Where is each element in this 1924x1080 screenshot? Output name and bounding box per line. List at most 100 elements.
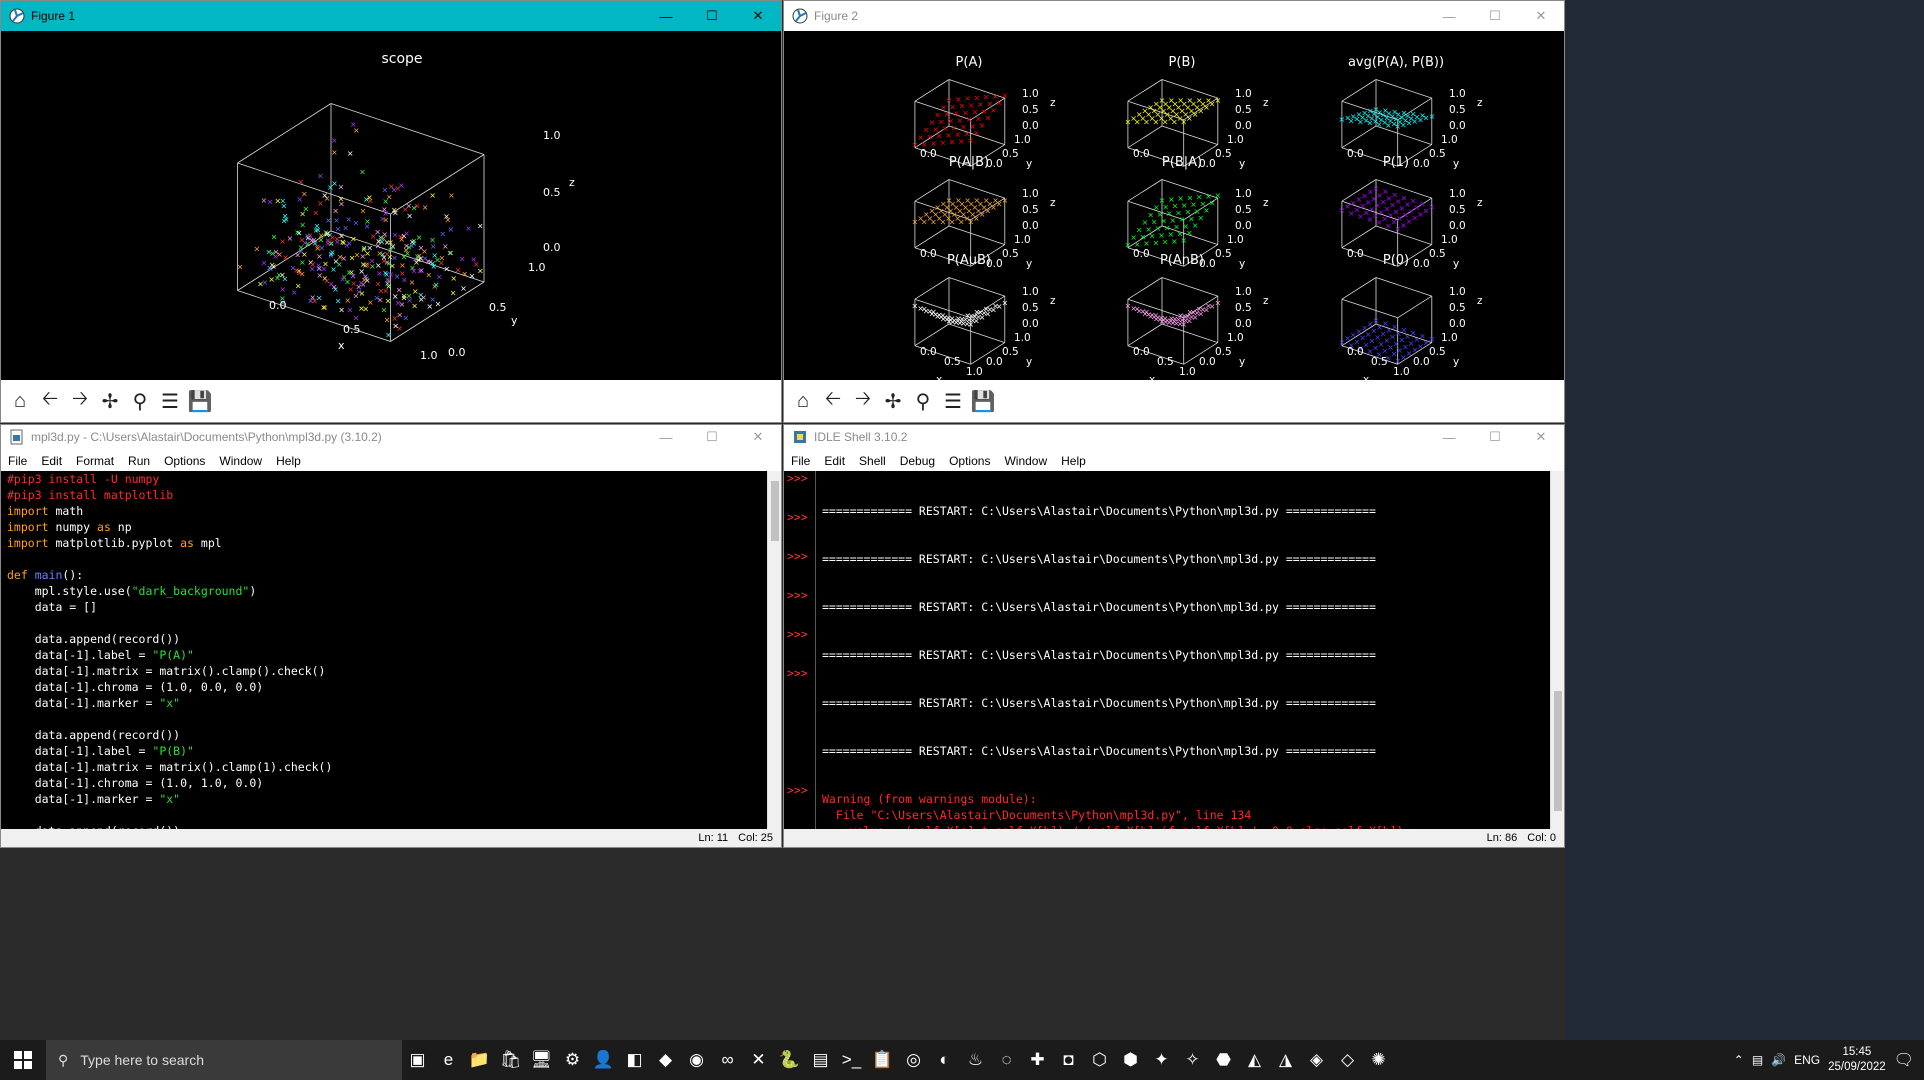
terminal-icon[interactable]: >_ — [836, 1040, 867, 1080]
vs-code-icon[interactable]: ◧ — [619, 1040, 650, 1080]
scatter-mark: × — [331, 136, 338, 145]
file-explorer-icon[interactable]: 📁 — [464, 1040, 495, 1080]
app-icon-6[interactable]: ◌ — [991, 1040, 1022, 1080]
notification-icon[interactable]: 🗨 — [1894, 1050, 1914, 1070]
app-icon-15[interactable]: ◈ — [1301, 1040, 1332, 1080]
menu-format[interactable]: Format — [69, 454, 121, 468]
close-button[interactable]: ✕ — [735, 1, 781, 31]
close-button[interactable]: ✕ — [1518, 1, 1564, 31]
app-icon-10[interactable]: ✦ — [1146, 1040, 1177, 1080]
arduino-icon[interactable]: ∞ — [712, 1040, 743, 1080]
surface-mark: × — [930, 139, 937, 148]
z-tick-label: 0.0 — [1235, 120, 1252, 132]
github-desktop-icon[interactable]: ◉ — [681, 1040, 712, 1080]
save-icon[interactable]: 💾 — [187, 388, 213, 414]
home-icon[interactable]: ⌂ — [790, 388, 816, 414]
minimize-button[interactable]: — — [643, 1, 689, 31]
zoom-icon[interactable]: ⚲ — [127, 388, 153, 414]
app-icon-11[interactable]: ✧ — [1177, 1040, 1208, 1080]
windows-start-icon[interactable] — [0, 1040, 46, 1080]
minimize-button[interactable]: — — [643, 425, 689, 449]
excel-icon[interactable]: ✕ — [743, 1040, 774, 1080]
app-icon-8[interactable]: ⬡ — [1084, 1040, 1115, 1080]
language-indicator[interactable]: ENG — [1794, 1053, 1820, 1067]
blender-icon[interactable]: ◎ — [898, 1040, 929, 1080]
menu-file[interactable]: File — [784, 454, 817, 468]
app-icon-2[interactable]: ⚙ — [557, 1040, 588, 1080]
maximize-button[interactable]: ☐ — [689, 425, 735, 449]
menu-shell[interactable]: Shell — [852, 454, 893, 468]
minimize-button[interactable]: — — [1426, 425, 1472, 449]
shell-scrollbar[interactable] — [1550, 471, 1564, 829]
app-icon-12[interactable]: ⬣ — [1208, 1040, 1239, 1080]
menu-edit[interactable]: Edit — [817, 454, 852, 468]
edge-icon[interactable]: e — [433, 1040, 464, 1080]
app-icon-13[interactable]: ◭ — [1239, 1040, 1270, 1080]
app-icon-7[interactable]: ◘ — [1053, 1040, 1084, 1080]
xbox-icon[interactable]: ✚ — [1022, 1040, 1053, 1080]
subplot-title: P(AuB) — [947, 253, 991, 268]
home-icon[interactable]: ⌂ — [7, 388, 33, 414]
app-icon-14[interactable]: ◮ — [1270, 1040, 1301, 1080]
discord-icon[interactable]: ◐ — [929, 1040, 960, 1080]
menu-edit[interactable]: Edit — [34, 454, 69, 468]
menu-debug[interactable]: Debug — [893, 454, 942, 468]
clock-time: 15:45 — [1842, 1046, 1872, 1058]
minimize-button[interactable]: — — [1426, 1, 1472, 31]
store-icon[interactable]: 🛍 — [495, 1040, 526, 1080]
clock[interactable]: 15:45 25/09/2022 — [1828, 1045, 1886, 1075]
back-icon[interactable]: 🡠 — [820, 388, 846, 414]
steam-icon[interactable]: ♨ — [960, 1040, 991, 1080]
chevron-up-icon[interactable]: ⌃ — [1734, 1053, 1744, 1067]
network-icon[interactable]: ▤ — [1752, 1053, 1763, 1067]
configure-icon[interactable]: ☰ — [157, 388, 183, 414]
visual-studio-icon[interactable]: ◆ — [650, 1040, 681, 1080]
figure1-canvas[interactable]: scope × × × × × × × × × × × × × × × × × × × × × × × × × × × × × × × × × × ×… — [1, 31, 781, 380]
editor-scrollbar[interactable] — [767, 471, 781, 829]
figure1-titlebar[interactable]: Figure 1 — ☐ ✕ — [1, 1, 781, 31]
z-tick-label: 0.5 — [1022, 302, 1039, 314]
maximize-button[interactable]: ☐ — [1472, 1, 1518, 31]
app-icon-17[interactable]: ✺ — [1363, 1040, 1394, 1080]
save-icon[interactable]: 💾 — [970, 388, 996, 414]
volume-icon[interactable]: 🔊 — [1771, 1053, 1786, 1067]
forward-icon[interactable]: 🡢 — [850, 388, 876, 414]
shell-output[interactable]: ============= RESTART: C:\Users\Alastair… — [816, 471, 1550, 829]
figure2-canvas[interactable]: × × × × × × × × × × × × × × × × × × × × × × × × × × × × × × × × × × × × × × × ×… — [784, 31, 1564, 386]
app-icon-3[interactable]: 👤 — [588, 1040, 619, 1080]
menu-file[interactable]: File — [1, 454, 34, 468]
scatter-mark: × — [257, 280, 264, 289]
menu-options[interactable]: Options — [942, 454, 997, 468]
menu-run[interactable]: Run — [121, 454, 157, 468]
close-button[interactable]: ✕ — [735, 425, 781, 449]
figure2-titlebar[interactable]: Figure 2 — ☐ ✕ — [784, 1, 1564, 31]
subplot-title: P(1) — [1383, 155, 1409, 170]
maximize-button[interactable]: ☐ — [1472, 425, 1518, 449]
scatter-mark: × — [287, 234, 294, 243]
menu-window[interactable]: Window — [997, 454, 1054, 468]
python-idle-icon[interactable]: 🐍 — [774, 1040, 805, 1080]
menu-help[interactable]: Help — [269, 454, 308, 468]
app-icon-5[interactable]: 📋 — [867, 1040, 898, 1080]
forward-icon[interactable]: 🡢 — [67, 388, 93, 414]
menu-help[interactable]: Help — [1054, 454, 1093, 468]
app-icon-16[interactable]: ◇ — [1332, 1040, 1363, 1080]
menu-options[interactable]: Options — [157, 454, 212, 468]
menu-window[interactable]: Window — [212, 454, 269, 468]
close-button[interactable]: ✕ — [1518, 425, 1564, 449]
zoom-icon[interactable]: ⚲ — [910, 388, 936, 414]
back-icon[interactable]: 🡠 — [37, 388, 63, 414]
app-icon-1[interactable]: 🖥 — [526, 1040, 557, 1080]
app-icon-4[interactable]: ▤ — [805, 1040, 836, 1080]
maximize-button[interactable]: ☐ — [689, 1, 735, 31]
taskbar-search[interactable]: ⚲ Type here to search — [46, 1040, 402, 1080]
app-icon-9[interactable]: ⬢ — [1115, 1040, 1146, 1080]
pan-icon[interactable]: ✢ — [880, 388, 906, 414]
editor-titlebar[interactable]: mpl3d.py - C:\Users\Alastair\Documents\P… — [1, 425, 781, 449]
shell-titlebar[interactable]: IDLE Shell 3.10.2 — ☐ ✕ — [784, 425, 1564, 449]
configure-icon[interactable]: ☰ — [940, 388, 966, 414]
code-editor[interactable]: #pip3 install -U numpy #pip3 install matp… — [1, 471, 767, 829]
window-title: mpl3d.py - C:\Users\Alastair\Documents\P… — [31, 430, 382, 444]
pan-icon[interactable]: ✢ — [97, 388, 123, 414]
task-view-icon[interactable]: ▣ — [402, 1040, 433, 1080]
